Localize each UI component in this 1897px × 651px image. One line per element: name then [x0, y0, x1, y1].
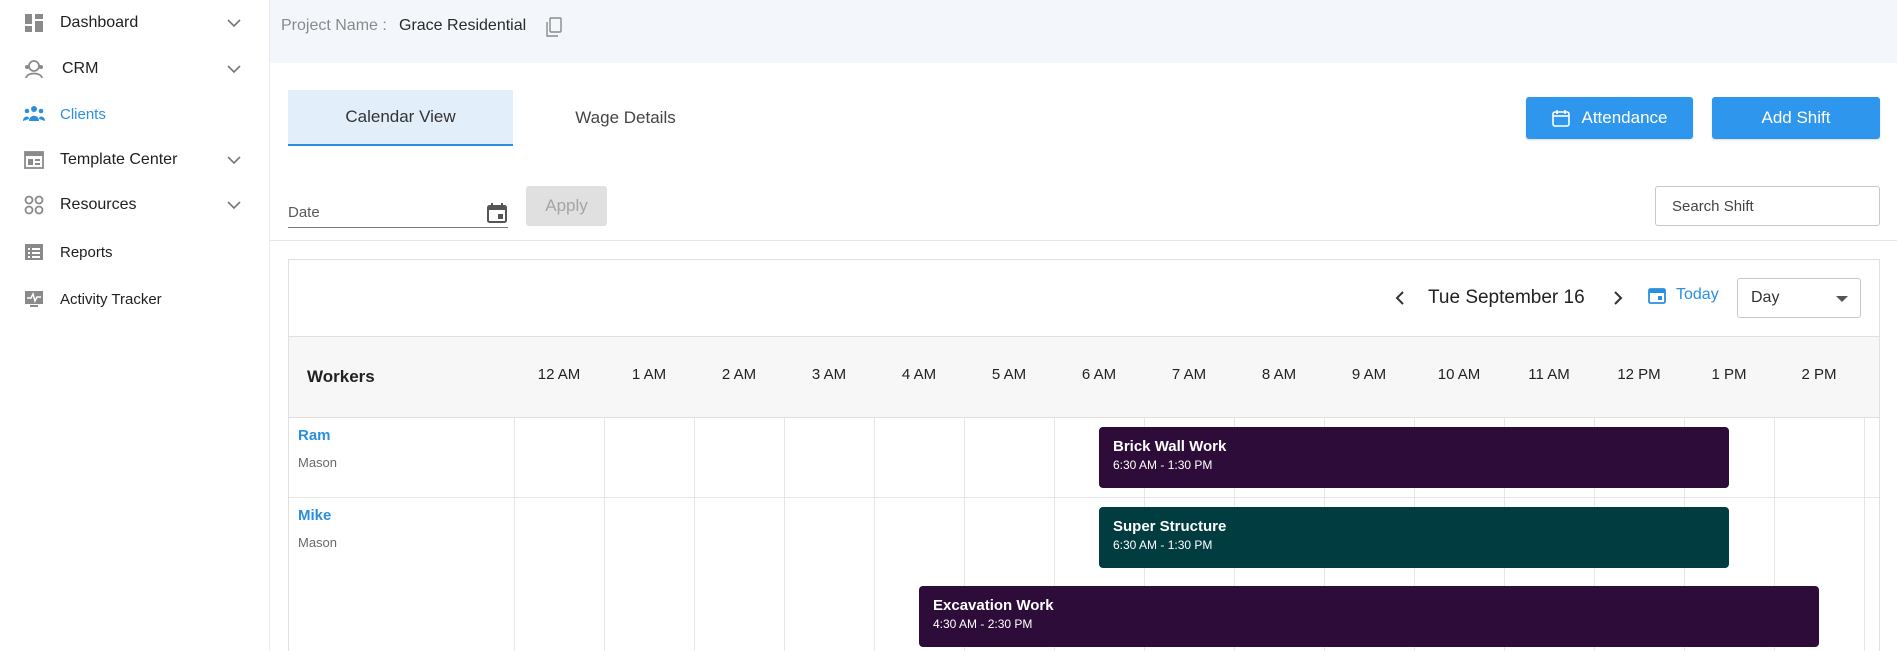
today-button[interactable]: Today	[1648, 286, 1719, 304]
hour-label: 12 AM	[537, 366, 581, 383]
date-field[interactable]: Date	[288, 190, 508, 228]
tab-wage-details[interactable]: Wage Details	[513, 90, 738, 146]
sidebar: Dashboard CRM Clients Template Center Re…	[0, 0, 270, 651]
add-shift-button[interactable]: Add Shift	[1712, 97, 1880, 139]
hour-label: 1 PM	[1711, 366, 1747, 383]
chevron-down-icon[interactable]	[226, 152, 242, 168]
today-button-label: Today	[1676, 286, 1719, 303]
grid-line	[784, 418, 785, 651]
shift-title: Brick Wall Work	[1113, 438, 1227, 455]
hour-label: 1 AM	[631, 366, 667, 383]
hour-label: 2 AM	[721, 366, 757, 383]
shift-time: 4:30 AM - 2:30 PM	[933, 617, 1033, 631]
add-shift-button-label: Add Shift	[1761, 108, 1831, 127]
shift-card[interactable]: Excavation Work 4:30 AM - 2:30 PM	[919, 586, 1819, 647]
hour-label: 6 AM	[1081, 366, 1117, 383]
shift-title: Excavation Work	[933, 597, 1054, 614]
hour-label: 9 AM	[1351, 366, 1387, 383]
sidebar-item-clients[interactable]: Clients	[0, 94, 270, 134]
project-header: Project Name : Grace Residential	[270, 0, 1897, 63]
worker-name[interactable]: Mike	[298, 507, 331, 524]
hour-label: 10 AM	[1437, 366, 1481, 383]
worker-role: Mason	[298, 455, 338, 470]
sidebar-item-label: Template Center	[60, 151, 178, 168]
chevron-down-icon[interactable]	[226, 15, 242, 31]
calendar-toolbar: Tue September 16 Today Day	[289, 260, 1879, 337]
clients-icon	[23, 103, 45, 125]
divider	[270, 240, 1897, 241]
hour-label: 8 AM	[1261, 366, 1297, 383]
activity-icon	[23, 288, 45, 310]
view-select-value: Day	[1751, 289, 1780, 306]
project-name-value: Grace Residential	[399, 17, 527, 34]
worker-name[interactable]: Ram	[298, 427, 331, 444]
sidebar-item-dashboard[interactable]: Dashboard	[0, 3, 270, 43]
worker-role: Mason	[298, 535, 338, 550]
sidebar-item-template-center[interactable]: Template Center	[0, 140, 270, 180]
sidebar-item-label: Reports	[60, 243, 113, 261]
grid-line	[874, 418, 875, 651]
sidebar-item-label: Activity Tracker	[60, 290, 162, 308]
chevron-down-icon[interactable]	[226, 197, 242, 213]
date-field-label: Date	[288, 204, 320, 221]
shift-time: 6:30 AM - 1:30 PM	[1113, 458, 1213, 472]
shift-time: 6:30 AM - 1:30 PM	[1113, 538, 1213, 552]
view-select[interactable]: Day	[1737, 278, 1861, 318]
hour-label: 7 AM	[1171, 366, 1207, 383]
apply-button[interactable]: Apply	[526, 186, 607, 226]
chevron-down-icon[interactable]	[226, 61, 242, 77]
attendance-button[interactable]: Attendance	[1526, 97, 1693, 139]
chevron-left-icon[interactable]	[1391, 289, 1409, 307]
copy-icon[interactable]	[546, 17, 562, 37]
grid-line	[604, 418, 605, 651]
sidebar-item-label: Clients	[60, 105, 106, 123]
sidebar-item-resources[interactable]: Resources	[0, 185, 270, 225]
crm-icon	[23, 58, 45, 80]
hour-label: 12 PM	[1617, 366, 1661, 383]
calendar-current-date: Tue September 16	[1428, 287, 1585, 308]
sidebar-item-label: Resources	[60, 196, 137, 213]
tab-calendar-view[interactable]: Calendar View	[288, 90, 513, 146]
attendance-button-label: Attendance	[1581, 108, 1668, 127]
shift-card[interactable]: Brick Wall Work 6:30 AM - 1:30 PM	[1099, 427, 1729, 488]
shift-title: Super Structure	[1113, 518, 1227, 535]
reports-icon	[23, 241, 45, 263]
calendar-icon[interactable]	[486, 202, 508, 224]
grid-line	[694, 418, 695, 651]
grid-line	[514, 418, 515, 651]
caret-down-icon	[1836, 296, 1848, 302]
sidebar-item-activity-tracker[interactable]: Activity Tracker	[0, 279, 270, 319]
calendar-body: Ram Mason Mike Mason Brick Wall Work 6:3…	[289, 418, 1879, 651]
sidebar-item-reports[interactable]: Reports	[0, 232, 270, 272]
hour-label: 11 AM	[1528, 366, 1570, 383]
sidebar-item-label: CRM	[62, 60, 99, 77]
row-divider	[289, 497, 1879, 498]
project-name-label: Project Name :	[281, 17, 387, 34]
sidebar-item-crm[interactable]: CRM	[0, 49, 270, 89]
sidebar-item-label: Dashboard	[60, 14, 139, 31]
template-icon	[23, 149, 45, 171]
shift-card[interactable]: Super Structure 6:30 AM - 1:30 PM	[1099, 507, 1729, 568]
hour-label: 4 AM	[901, 366, 937, 383]
hour-label: 3 AM	[811, 366, 847, 383]
calendar-header-row: Workers 12 AM 1 AM 2 AM 3 AM 4 AM 5 AM 6…	[289, 337, 1879, 418]
resources-icon	[23, 194, 45, 216]
hour-label: 2 PM	[1801, 366, 1837, 383]
search-shift-input[interactable]: Search Shift	[1655, 186, 1880, 226]
calendar-icon	[1552, 110, 1571, 127]
dashboard-icon	[23, 12, 45, 34]
hour-label: 5 AM	[991, 366, 1027, 383]
calendar-icon	[1648, 288, 1666, 304]
shift-calendar: Tue September 16 Today Day Workers 12 AM…	[288, 259, 1880, 651]
chevron-right-icon[interactable]	[1609, 289, 1627, 307]
grid-line	[1864, 418, 1865, 651]
workers-column-header: Workers	[307, 367, 375, 386]
